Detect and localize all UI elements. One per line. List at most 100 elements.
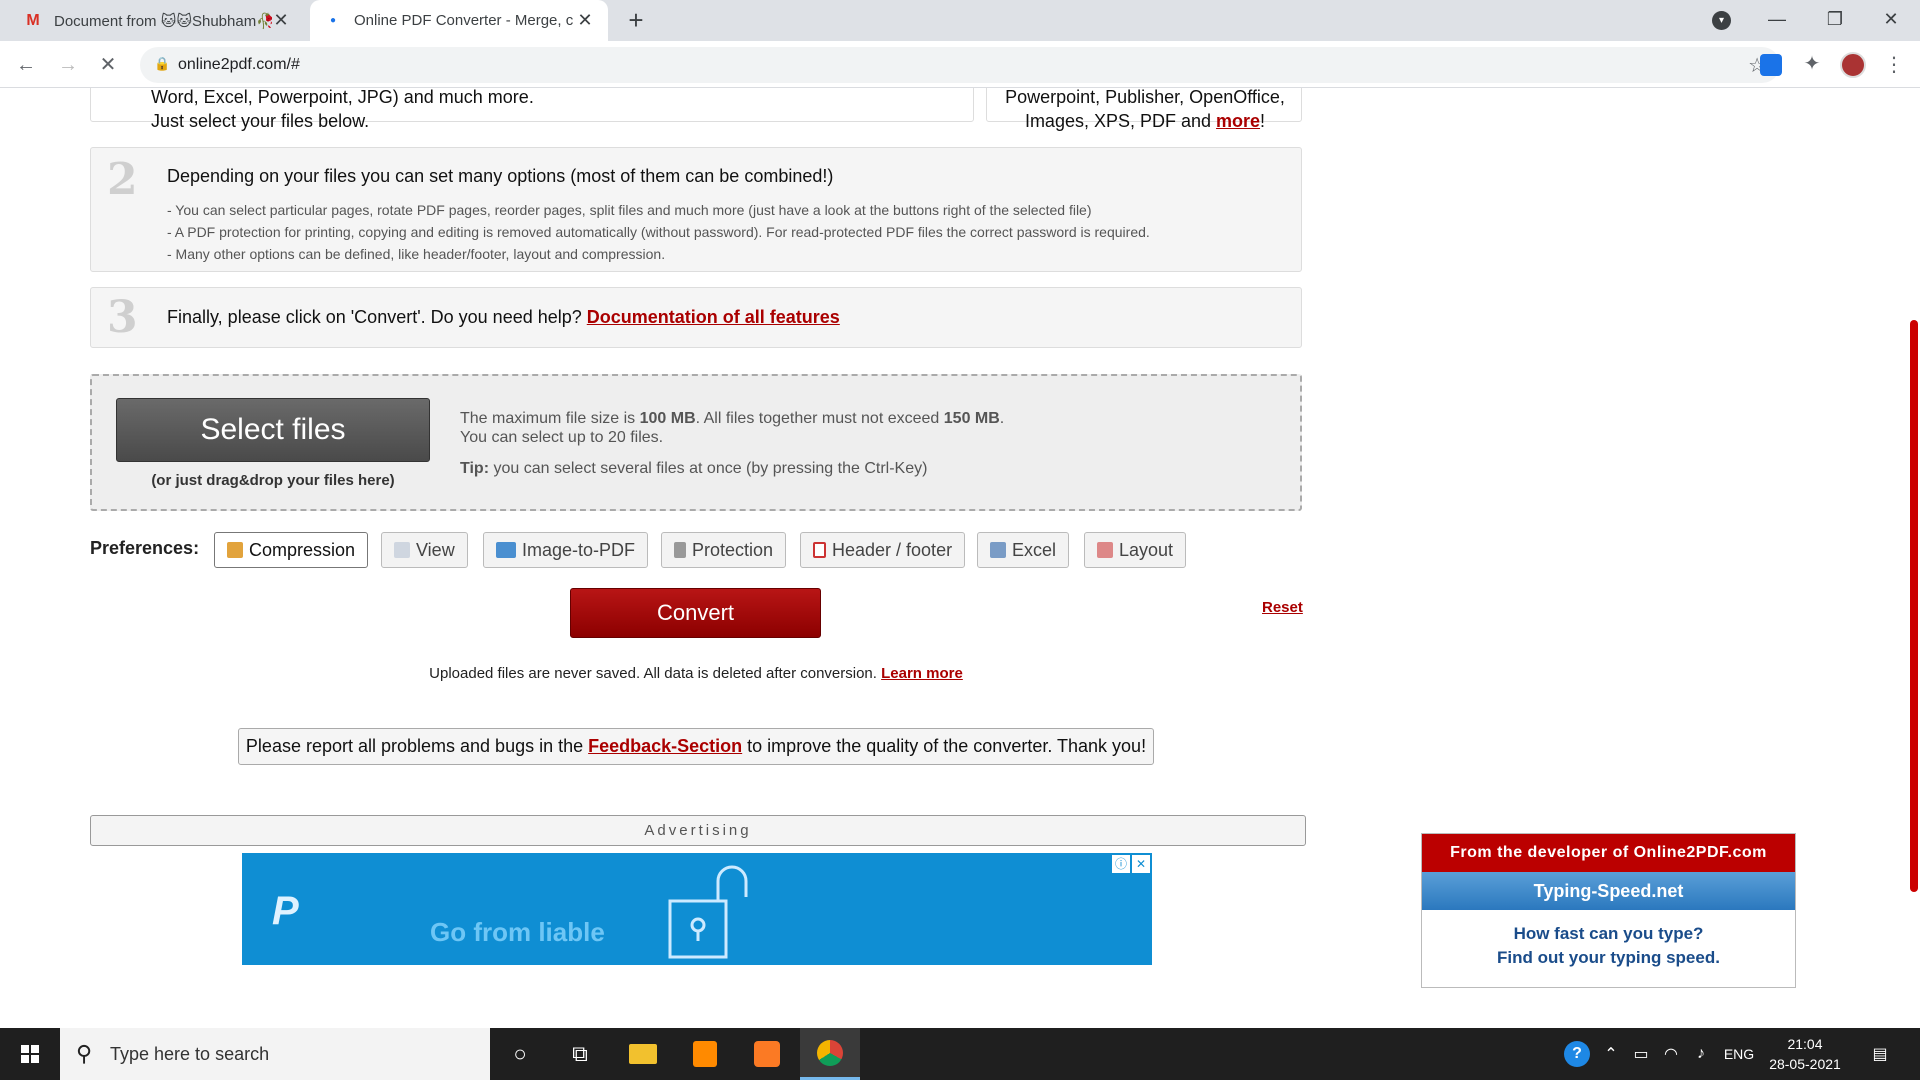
system-clock[interactable]: 21:04 28-05-2021 <box>1760 1034 1850 1074</box>
magnifier-icon <box>394 542 410 558</box>
stop-loading-icon[interactable]: ✕ <box>94 51 122 79</box>
advertisement-banner[interactable]: P Go from liable ⓘ ✕ <box>242 853 1152 965</box>
extensions-puzzle-icon[interactable]: ✦ <box>1798 50 1826 78</box>
loading-icon: ● <box>329 15 337 26</box>
step3-label: Finally, please click on 'Convert'. Do y… <box>167 307 587 327</box>
file-dropzone[interactable]: Select files (or just drag&drop your fil… <box>90 374 1302 511</box>
learn-more-link[interactable]: Learn more <box>881 665 963 682</box>
pref-label: Excel <box>1012 539 1057 560</box>
developer-header: From the developer of Online2PDF.com <box>1422 834 1795 872</box>
forward-icon[interactable]: → <box>54 51 82 79</box>
max-size-value: 100 MB <box>639 410 696 427</box>
step2-bullet: - You can select particular pages, rotat… <box>167 202 1092 218</box>
page-scrollbar[interactable] <box>1906 88 1920 1028</box>
sublime-text-icon[interactable] <box>675 1028 735 1080</box>
feedback-notice: Please report all problems and bugs in t… <box>238 728 1154 765</box>
step2-bullet: - Many other options can be defined, lik… <box>167 246 666 262</box>
pref-layout-button[interactable]: Layout <box>1084 532 1187 568</box>
minimize-icon[interactable]: — <box>1748 0 1806 41</box>
new-tab-button[interactable]: + <box>622 6 650 34</box>
spreadsheet-icon <box>990 542 1006 558</box>
tab-gmail-document[interactable]: M Document from 🐱🐱Shubham🥀 ✕ <box>10 0 304 41</box>
step1-line1: Word, Excel, Powerpoint, JPG) and much m… <box>151 88 534 107</box>
notifications-icon[interactable]: ▤ <box>1860 1028 1900 1080</box>
lock-icon[interactable]: 🔒 <box>154 56 170 72</box>
extension-icon[interactable] <box>1760 54 1782 76</box>
select-files-button[interactable]: Select files <box>116 398 430 462</box>
pref-protection-button[interactable]: Protection <box>661 532 787 568</box>
typing-speed-title[interactable]: Typing-Speed.net <box>1422 872 1795 910</box>
gmail-icon: M <box>26 11 40 29</box>
convert-button[interactable]: Convert <box>570 588 821 638</box>
max-size-info: The maximum file size is 100 MB. All fil… <box>460 410 1004 428</box>
max-size-suffix: . <box>999 410 1005 427</box>
more-link[interactable]: more <box>1216 111 1260 131</box>
file-explorer-icon[interactable] <box>613 1028 673 1080</box>
address-bar[interactable]: 🔒 online2pdf.com/# ☆ <box>140 47 1780 83</box>
close-tab-icon[interactable]: ✕ <box>272 10 290 31</box>
url-text[interactable]: online2pdf.com/# <box>178 56 300 74</box>
restore-icon[interactable]: ❐ <box>1806 0 1864 41</box>
ad-slogan: Go from liable <box>430 917 605 947</box>
menu-kebab-icon[interactable]: ⋮ <box>1880 51 1908 79</box>
tray-chevron-icon[interactable]: ⌃ <box>1596 1028 1626 1080</box>
pref-view-button[interactable]: View <box>381 532 468 568</box>
promo-line1[interactable]: How fast can you type? <box>1422 922 1795 946</box>
pref-label: Compression <box>249 539 356 560</box>
ad-info-icon[interactable]: ⓘ <box>1112 855 1130 873</box>
pref-image-to-pdf-button[interactable]: Image-to-PDF <box>483 532 649 568</box>
tab-online-pdf-converter[interactable]: ● Online PDF Converter - Merge, c ✕ <box>310 0 608 41</box>
pref-header-footer-button[interactable]: Header / footer <box>800 532 966 568</box>
search-icon: ⚲ <box>76 1041 93 1066</box>
scrollbar-thumb[interactable] <box>1910 320 1918 892</box>
step2-title: Depending on your files you can set many… <box>167 166 834 186</box>
tip-text: you can select several files at once (by… <box>489 460 928 477</box>
feedback-section-link[interactable]: Feedback-Section <box>588 736 742 756</box>
battery-icon[interactable]: ▭ <box>1626 1028 1656 1080</box>
xampp-icon[interactable] <box>737 1028 797 1080</box>
language-indicator[interactable]: ENG <box>1718 1028 1760 1080</box>
lock-icon <box>674 542 686 558</box>
pref-label: View <box>416 539 455 560</box>
task-view-icon[interactable]: ⧉ <box>550 1028 610 1080</box>
volume-icon[interactable]: ♪ <box>1686 1028 1716 1080</box>
back-icon[interactable]: ← <box>12 51 40 79</box>
ad-close-icon[interactable]: ✕ <box>1132 855 1150 873</box>
tab-search-icon[interactable]: ▾ <box>1712 11 1731 30</box>
tip-label: Tip: <box>460 460 490 477</box>
image-icon <box>496 542 516 558</box>
wifi-icon[interactable]: ◠ <box>1656 1028 1686 1080</box>
formats-suffix: ! <box>1260 111 1266 131</box>
pref-excel-button[interactable]: Excel <box>977 532 1070 568</box>
profile-avatar[interactable] <box>1840 52 1866 78</box>
privacy-notice: Uploaded files are never saved. All data… <box>0 665 1392 682</box>
pref-label: Layout <box>1119 539 1174 560</box>
close-tab-icon[interactable]: ✕ <box>576 10 594 31</box>
developer-promo-box[interactable]: From the developer of Online2PDF.com Typ… <box>1421 833 1796 988</box>
browser-tabstrip: M Document from 🐱🐱Shubham🥀 ✕ ● Online PD… <box>0 0 1920 41</box>
step2-box: 2 Depending on your files you can set ma… <box>90 147 1302 272</box>
file-count-info: You can select up to 20 files. <box>460 429 664 446</box>
pref-compression-button[interactable]: Compression <box>214 532 369 568</box>
taskbar-search-box[interactable]: ⚲ Type here to search <box>60 1028 490 1080</box>
help-icon[interactable]: ? <box>1560 1028 1594 1080</box>
step3-number: 3 <box>107 292 138 343</box>
compression-icon <box>227 542 243 558</box>
advertising-label: Advertising <box>90 815 1306 846</box>
pref-label: Image-to-PDF <box>522 539 636 560</box>
tab-title: Online PDF Converter - Merge, c <box>354 12 574 29</box>
chrome-taskbar-icon[interactable] <box>800 1028 860 1080</box>
paypal-logo: P <box>272 889 299 933</box>
page-viewport: Word, Excel, Powerpoint, JPG) and much m… <box>0 88 1920 1028</box>
clock-date: 28-05-2021 <box>1769 1056 1841 1072</box>
step3-text: Finally, please click on 'Convert'. Do y… <box>167 307 840 328</box>
promo-line2[interactable]: Find out your typing speed. <box>1422 946 1795 970</box>
close-window-icon[interactable]: ✕ <box>1862 0 1920 41</box>
browser-toolbar: ← → ✕ 🔒 online2pdf.com/# ☆ ✦ ⋮ <box>0 41 1920 88</box>
documentation-link[interactable]: Documentation of all features <box>587 307 840 327</box>
total-size-value: 150 MB <box>943 410 1000 427</box>
cortana-icon[interactable]: ○ <box>490 1028 550 1080</box>
step2-number: 2 <box>107 154 138 205</box>
reset-link[interactable]: Reset <box>1262 599 1303 616</box>
windows-start-button[interactable] <box>0 1028 60 1080</box>
